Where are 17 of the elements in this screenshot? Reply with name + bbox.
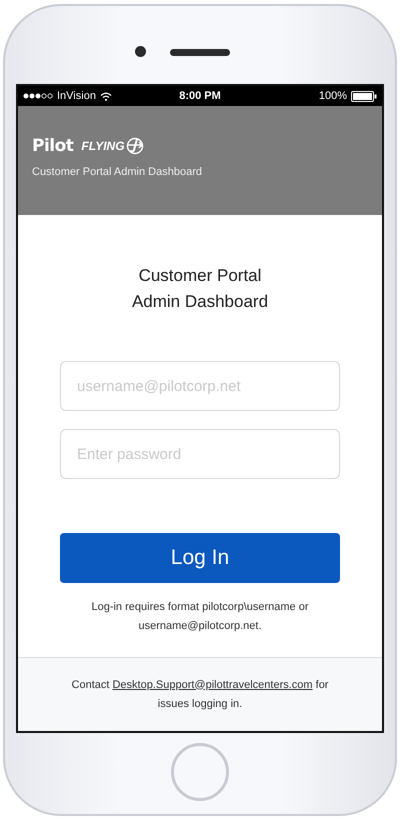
battery-icon (350, 90, 377, 102)
login-button[interactable]: Log In (60, 533, 340, 583)
status-time: 8:00 PM (179, 90, 221, 102)
carrier-name: InVision (57, 90, 96, 102)
wifi-icon (100, 92, 112, 100)
page-title: Customer Portal Admin Dashboard (132, 265, 268, 313)
camera-icon (135, 46, 146, 57)
support-email-link[interactable]: Desktop.Support@pilottravelcenters.com (112, 678, 313, 690)
pilot-logo: Pilot (32, 136, 74, 156)
signal-icon (23, 93, 53, 99)
support-message: Contact Desktop.Support@pilottravelcenters.com for issues logging in. (70, 678, 330, 712)
home-button[interactable] (171, 742, 229, 800)
login-hint: Log-in requires format pilotcorp\username or username@pilotcorp.net. (90, 600, 310, 634)
speaker-icon (170, 49, 230, 56)
header-subtitle: Customer Portal Admin Dashboard (32, 166, 203, 178)
flying-logo: FLYING (81, 139, 125, 153)
battery-percent: 100% (318, 90, 347, 102)
